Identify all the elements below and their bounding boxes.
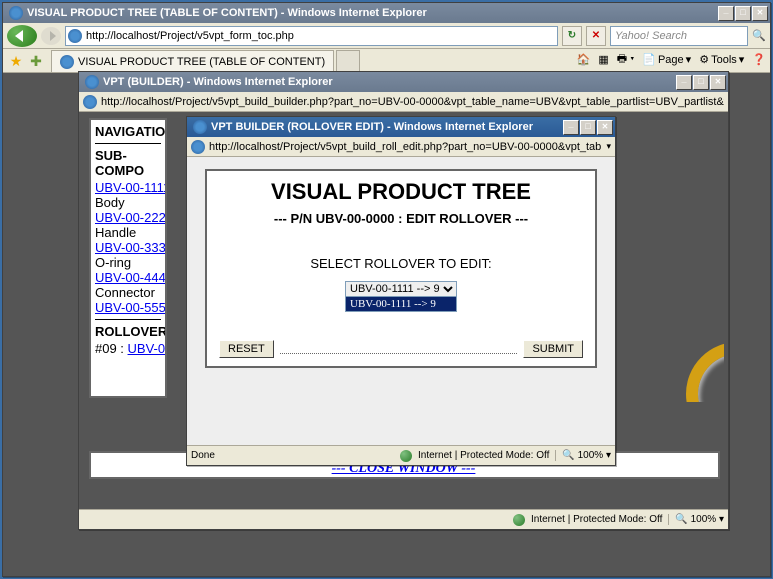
search-button[interactable]: 🔍 xyxy=(752,29,766,43)
builder-statusbar: Internet | Protected Mode: Off 🔍 100% ▾ xyxy=(79,509,728,529)
zone-icon xyxy=(513,514,525,526)
tabbar: ★ ✚ VISUAL PRODUCT TREE (TABLE OF CONTEN… xyxy=(3,49,770,73)
minimize-button[interactable] xyxy=(718,6,734,21)
close-button[interactable] xyxy=(752,6,768,21)
select-label: SELECT ROLLOVER TO EDIT: xyxy=(215,256,587,271)
popup-url[interactable] xyxy=(209,141,602,153)
rollover-select[interactable]: UBV-00-1111 --> 9 xyxy=(345,281,457,297)
close-button[interactable] xyxy=(710,75,726,90)
part-desc: O-ring xyxy=(95,255,131,270)
maximize-button[interactable] xyxy=(735,6,751,21)
rollover-edit-panel: VISUAL PRODUCT TREE --- P/N UBV-00-0000 … xyxy=(205,169,597,368)
ie-icon xyxy=(193,120,207,134)
zoom-control[interactable]: 🔍 100% ▾ xyxy=(555,450,611,461)
address-bar[interactable] xyxy=(65,26,558,46)
rollover-heading: ROLLOVER xyxy=(95,324,161,339)
popup-title: VPT BUILDER (ROLLOVER EDIT) - Windows In… xyxy=(211,121,563,133)
submit-button[interactable]: SUBMIT xyxy=(523,340,583,358)
tab-active[interactable]: VISUAL PRODUCT TREE (TABLE OF CONTENT) xyxy=(51,50,334,72)
part-link[interactable]: UBV-00-5555 xyxy=(95,300,167,315)
tab-label: VISUAL PRODUCT TREE (TABLE OF CONTENT) xyxy=(78,56,325,68)
part-link[interactable]: UBV-00-1111 xyxy=(95,180,167,195)
url-input[interactable] xyxy=(86,30,555,42)
favorites-star-icon[interactable]: ★ xyxy=(7,52,25,70)
tools-menu[interactable]: ⚙ Tools ▾ xyxy=(699,53,744,66)
minimize-button[interactable] xyxy=(563,120,579,135)
status-text: Internet | Protected Mode: Off xyxy=(531,514,662,525)
main-title: VISUAL PRODUCT TREE (TABLE OF CONTENT) -… xyxy=(27,7,718,19)
builder-toolbar xyxy=(79,92,728,112)
refresh-button[interactable]: ↻ xyxy=(562,26,582,46)
panel-heading: VISUAL PRODUCT TREE xyxy=(215,179,587,205)
page-icon xyxy=(68,29,82,43)
search-input[interactable]: Yahoo! Search xyxy=(610,26,748,46)
help-button[interactable]: ❓ xyxy=(752,53,766,66)
rollover-link[interactable]: UBV-00 xyxy=(128,341,167,356)
reset-button[interactable]: RESET xyxy=(219,340,274,358)
status-done: Done xyxy=(191,450,215,461)
print-button[interactable]: 🖶 ▾ xyxy=(617,50,635,69)
maximize-button[interactable] xyxy=(693,75,709,90)
part-desc: Connector xyxy=(95,285,155,300)
home-button[interactable]: 🏠 xyxy=(577,53,591,66)
popup-statusbar: Done Internet | Protected Mode: Off 🔍 10… xyxy=(187,445,615,465)
subcomponents-heading: SUB-COMPO xyxy=(95,148,161,178)
builder-title: VPT (BUILDER) - Windows Internet Explore… xyxy=(103,76,676,88)
minimize-button[interactable] xyxy=(676,75,692,90)
ie-icon xyxy=(9,6,23,20)
form-divider xyxy=(280,340,518,354)
navigation-sidebar: NAVIGATIO SUB-COMPO UBV-00-1111 Body UBV… xyxy=(89,118,167,398)
feeds-button[interactable]: ▦ xyxy=(598,53,608,66)
builder-titlebar[interactable]: VPT (BUILDER) - Windows Internet Explore… xyxy=(79,72,728,92)
add-favorite-icon[interactable]: ✚ xyxy=(27,52,45,70)
stop-button[interactable]: ✕ xyxy=(586,26,606,46)
close-button[interactable] xyxy=(597,120,613,135)
popup-toolbar: ▾ xyxy=(187,137,615,157)
part-link[interactable]: UBV-00-2222 xyxy=(95,210,167,225)
builder-url[interactable] xyxy=(101,96,724,108)
part-desc: Body xyxy=(95,195,125,210)
forward-button[interactable] xyxy=(41,27,61,45)
part-link[interactable]: UBV-00-3333 xyxy=(95,240,167,255)
panel-subheading: --- P/N UBV-00-0000 : EDIT ROLLOVER --- xyxy=(215,211,587,226)
back-button[interactable] xyxy=(7,25,37,47)
new-tab-button[interactable] xyxy=(336,50,360,72)
ring-graphic xyxy=(674,342,724,402)
zone-icon xyxy=(400,450,412,462)
page-icon xyxy=(83,95,97,109)
dropdown-icon[interactable]: ▾ xyxy=(606,141,611,152)
tab-page-icon xyxy=(60,55,74,69)
popup-titlebar[interactable]: VPT BUILDER (ROLLOVER EDIT) - Windows In… xyxy=(187,117,615,137)
rollover-prefix: #09 : xyxy=(95,341,128,356)
ie-icon xyxy=(85,75,99,89)
main-titlebar[interactable]: VISUAL PRODUCT TREE (TABLE OF CONTENT) -… xyxy=(3,3,770,23)
popup-content: VISUAL PRODUCT TREE --- P/N UBV-00-0000 … xyxy=(187,157,615,445)
main-toolbar: ↻ ✕ Yahoo! Search 🔍 xyxy=(3,23,770,49)
part-link[interactable]: UBV-00-4444 xyxy=(95,270,167,285)
part-desc: Handle xyxy=(95,225,136,240)
page-icon xyxy=(191,140,205,154)
status-text: Internet | Protected Mode: Off xyxy=(418,450,549,461)
page-menu[interactable]: 📄 Page ▾ xyxy=(642,53,691,66)
maximize-button[interactable] xyxy=(580,120,596,135)
nav-heading: NAVIGATIO xyxy=(95,124,161,139)
select-highlighted-option[interactable]: UBV-00-1111 --> 9 xyxy=(345,297,457,312)
zoom-control[interactable]: 🔍 100% ▾ xyxy=(668,514,724,525)
